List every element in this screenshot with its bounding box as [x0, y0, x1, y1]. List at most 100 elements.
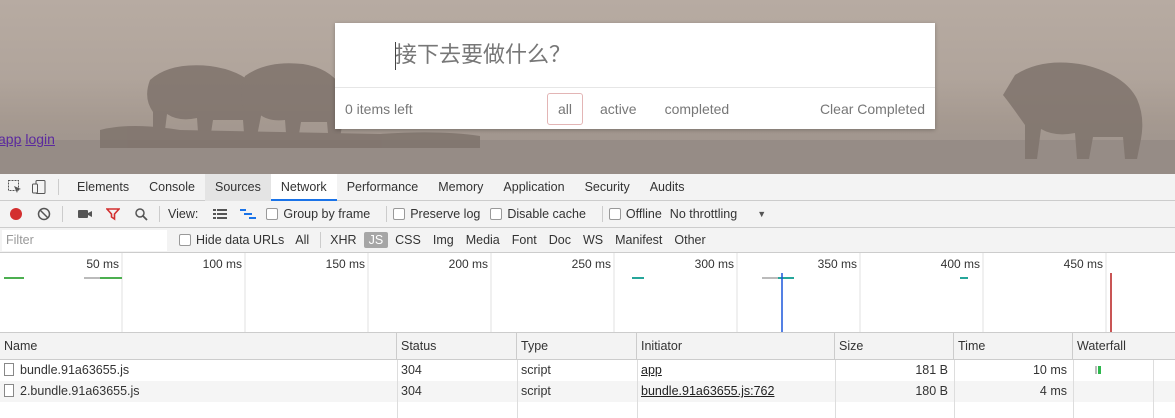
- row-size: 180 B: [915, 384, 948, 398]
- items-left-count: 0 items left: [345, 101, 413, 117]
- throttling-select[interactable]: No throttling: [670, 207, 737, 221]
- tab-sources[interactable]: Sources: [204, 173, 271, 201]
- network-requests-table: Name Status Type Initiator Size Time Wat…: [0, 333, 1175, 418]
- checkbox-box[interactable]: [266, 208, 279, 220]
- column-divider: [517, 360, 518, 418]
- clear-completed-button[interactable]: Clear Completed: [820, 101, 925, 117]
- preserve-log-label: Preserve log: [410, 207, 481, 221]
- row-initiator-cell: bundle.91a63655.js:762: [637, 381, 835, 402]
- tab-console[interactable]: Console: [139, 174, 205, 201]
- tick-200: 200 ms: [449, 257, 488, 271]
- col-name[interactable]: Name: [0, 333, 397, 360]
- inspect-element-icon[interactable]: [6, 178, 24, 196]
- chevron-down-icon[interactable]: ▼: [757, 209, 766, 219]
- row-time: 10 ms: [1032, 363, 1067, 377]
- filter-type-ws[interactable]: WS: [578, 232, 608, 248]
- todo-footer: 0 items left all active completed Clear …: [335, 87, 935, 129]
- new-todo-input[interactable]: [335, 23, 935, 87]
- tick-450: 450 ms: [1064, 257, 1103, 271]
- filter-type-img[interactable]: Img: [428, 232, 459, 248]
- tick-250: 250 ms: [572, 257, 611, 271]
- checkbox-box[interactable]: [179, 234, 191, 246]
- filter-active[interactable]: active: [589, 93, 648, 125]
- filter-type-xhr[interactable]: XHR: [325, 232, 361, 248]
- column-divider: [954, 360, 955, 418]
- login-link[interactable]: login: [25, 131, 55, 147]
- row-waterfall: [1073, 381, 1175, 402]
- tab-security[interactable]: Security: [575, 174, 640, 201]
- col-initiator[interactable]: Initiator: [637, 333, 835, 360]
- filter-completed[interactable]: completed: [654, 93, 741, 125]
- toolbar-separator: [320, 232, 322, 248]
- app-nav-links: app login: [0, 131, 59, 147]
- disable-cache-checkbox[interactable]: Disable cache: [490, 207, 586, 221]
- filter-icon[interactable]: [105, 206, 121, 222]
- filter-input[interactable]: [2, 229, 167, 251]
- group-by-frame-checkbox[interactable]: Group by frame: [266, 207, 370, 221]
- tick-400: 400 ms: [941, 257, 980, 271]
- app-link[interactable]: app: [0, 131, 21, 147]
- text-caret: [395, 42, 396, 70]
- filter-type-manifest[interactable]: Manifest: [610, 232, 667, 248]
- row-status: 304: [401, 363, 422, 377]
- tab-audits[interactable]: Audits: [640, 174, 695, 201]
- file-icon: [4, 384, 14, 397]
- tab-performance[interactable]: Performance: [337, 174, 429, 201]
- tab-elements[interactable]: Elements: [67, 174, 139, 201]
- row-initiator-link[interactable]: app: [641, 363, 662, 377]
- tick-150: 150 ms: [326, 257, 365, 271]
- filter-type-js[interactable]: JS: [363, 232, 389, 248]
- tab-network[interactable]: Network: [270, 173, 337, 201]
- col-status[interactable]: Status: [397, 333, 517, 360]
- filter-type-media[interactable]: Media: [461, 232, 505, 248]
- row-name[interactable]: bundle.91a63655.js: [20, 363, 129, 377]
- devtools-panel: Elements Console Sources Network Perform…: [0, 173, 1175, 418]
- large-rows-icon[interactable]: [212, 206, 228, 222]
- clear-icon[interactable]: [36, 206, 52, 222]
- network-filterbar: Hide data URLs All XHR JS CSS Img Media …: [0, 228, 1175, 253]
- search-icon[interactable]: [133, 206, 149, 222]
- capture-screenshots-icon[interactable]: [77, 206, 93, 222]
- filter-type-doc[interactable]: Doc: [544, 232, 576, 248]
- tab-memory[interactable]: Memory: [428, 174, 493, 201]
- tick-350: 350 ms: [818, 257, 857, 271]
- checkbox-box[interactable]: [490, 208, 503, 220]
- view-label: View:: [168, 207, 199, 221]
- filter-type-all[interactable]: All: [290, 232, 314, 248]
- device-toolbar-icon[interactable]: [30, 178, 48, 196]
- checkbox-box[interactable]: [608, 208, 621, 220]
- col-size[interactable]: Size: [835, 333, 954, 360]
- todo-filters: all active completed: [547, 93, 746, 125]
- column-divider: [1073, 360, 1074, 418]
- filter-all[interactable]: all: [547, 93, 584, 125]
- column-divider: [835, 360, 836, 418]
- filter-type-font[interactable]: Font: [507, 232, 542, 248]
- column-divider: [397, 360, 398, 418]
- tab-separator: [58, 179, 59, 195]
- row-initiator-cell: app: [637, 360, 835, 381]
- row-status: 304: [401, 384, 422, 398]
- table-row[interactable]: bundle.91a63655.js 304 script app 181 B …: [0, 360, 1175, 381]
- tab-application[interactable]: Application: [493, 174, 574, 201]
- row-name[interactable]: 2.bundle.91a63655.js: [20, 384, 140, 398]
- network-overview[interactable]: 50 ms 100 ms 150 ms 200 ms 250 ms 300 ms…: [0, 253, 1175, 333]
- col-waterfall[interactable]: Waterfall: [1073, 333, 1175, 360]
- hide-data-urls-checkbox[interactable]: Hide data URLs: [179, 233, 284, 247]
- col-type[interactable]: Type: [517, 333, 637, 360]
- offline-checkbox[interactable]: Offline: [608, 207, 662, 221]
- record-icon[interactable]: [8, 206, 24, 222]
- toolbar-separator: [386, 206, 388, 222]
- checkbox-box[interactable]: [393, 208, 406, 220]
- column-divider: [1153, 360, 1154, 418]
- filter-type-other[interactable]: Other: [669, 232, 710, 248]
- col-time[interactable]: Time: [954, 333, 1073, 360]
- preserve-log-checkbox[interactable]: Preserve log: [393, 207, 480, 221]
- toolbar-separator: [62, 206, 63, 222]
- filter-type-css[interactable]: CSS: [390, 232, 426, 248]
- table-row[interactable]: 2.bundle.91a63655.js 304 script bundle.9…: [0, 381, 1175, 402]
- file-icon: [4, 363, 14, 376]
- toolbar-separator: [601, 206, 603, 222]
- offline-label: Offline: [625, 207, 662, 221]
- row-initiator-link[interactable]: bundle.91a63655.js:762: [641, 384, 774, 398]
- overview-waterfall-icon[interactable]: [240, 206, 257, 222]
